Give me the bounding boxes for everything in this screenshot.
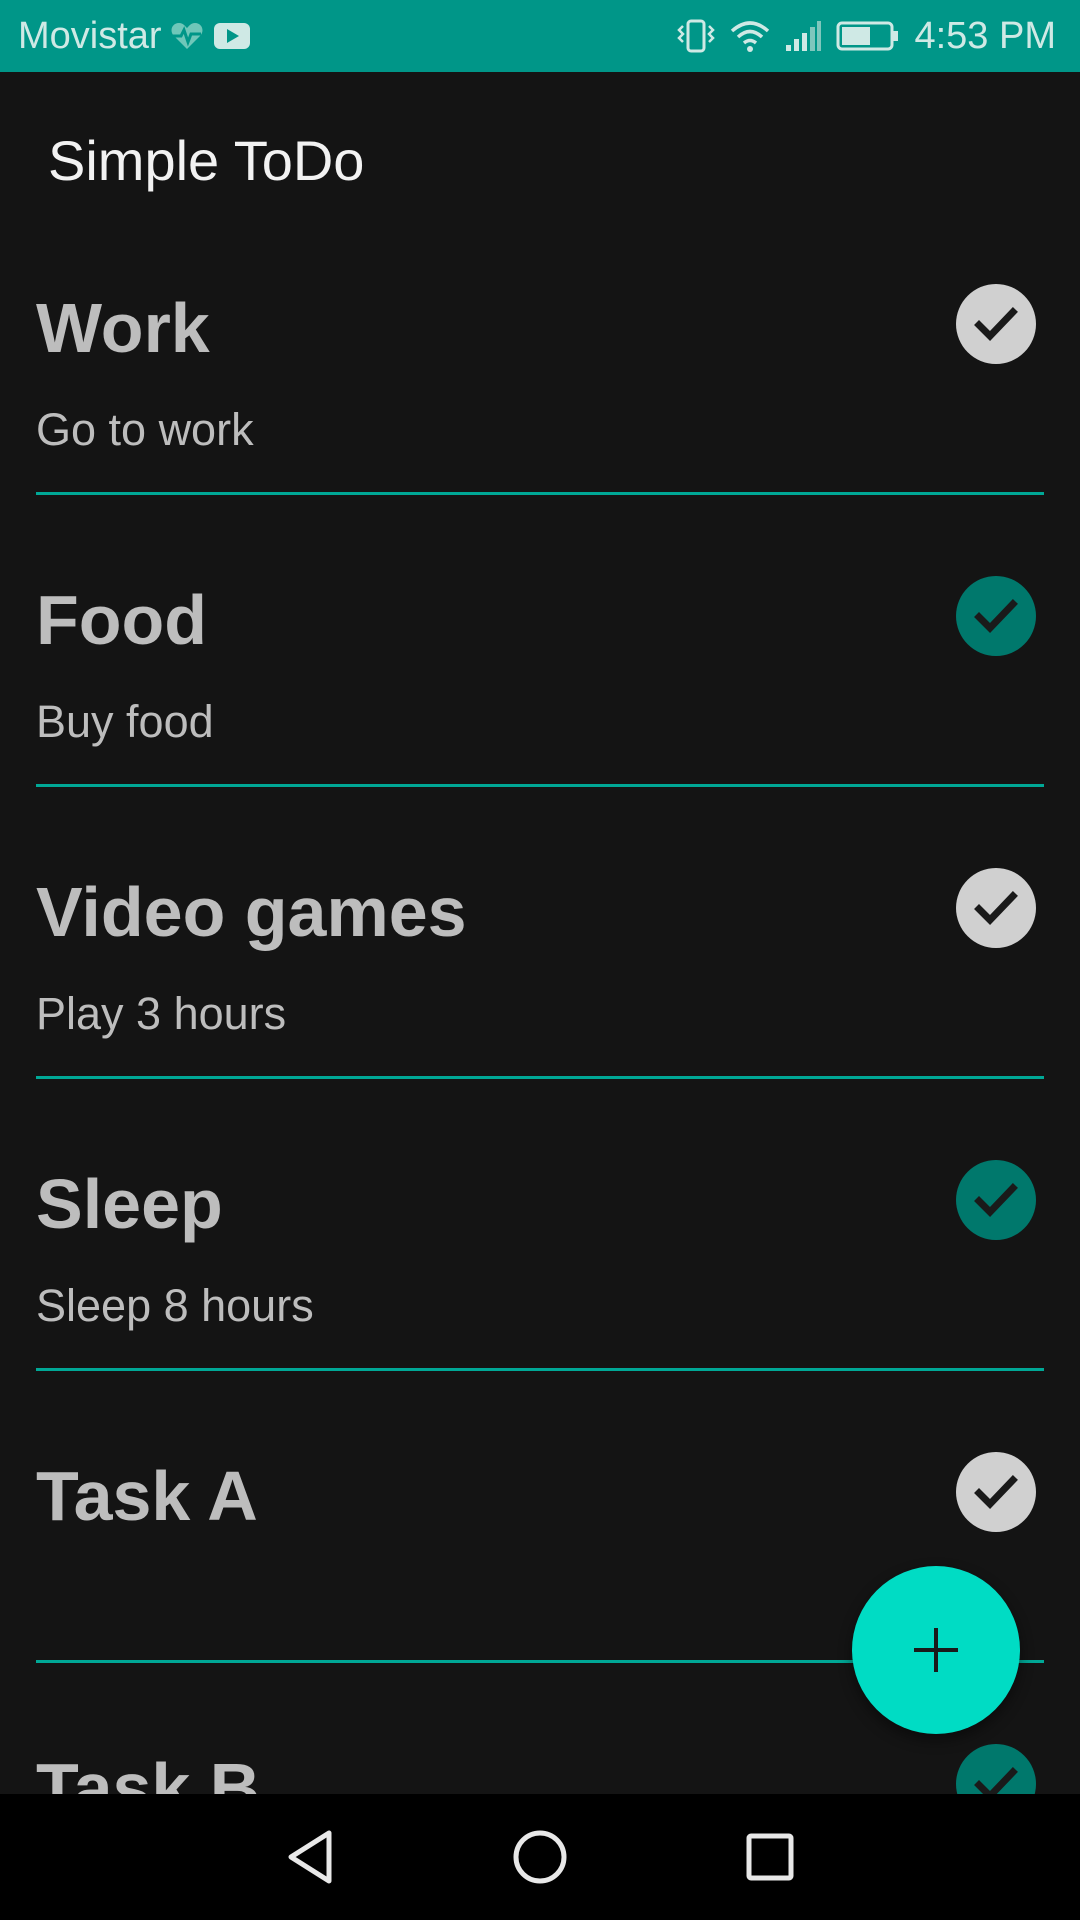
- task-title: Task A: [36, 1457, 258, 1535]
- back-icon: [288, 1830, 332, 1884]
- task-item[interactable]: Sleep Sleep 8 hours: [0, 1124, 1080, 1416]
- battery-icon: [836, 21, 899, 51]
- app-bar: Simple ToDo: [0, 72, 1080, 248]
- navigation-bar: [0, 1794, 1080, 1920]
- task-item[interactable]: Video games Play 3 hours: [0, 832, 1080, 1124]
- task-item[interactable]: Work Go to work: [0, 248, 1080, 540]
- task-description: Play 3 hours: [36, 988, 287, 1039]
- check-icon: [974, 1475, 1018, 1510]
- task-complete-toggle[interactable]: [956, 1744, 1036, 1794]
- home-button[interactable]: [490, 1807, 590, 1907]
- task-complete-toggle[interactable]: [956, 868, 1036, 948]
- home-icon: [513, 1830, 567, 1884]
- task-title: Sleep: [36, 1165, 223, 1243]
- task-title: Video games: [36, 873, 467, 951]
- carrier-label: Movistar: [18, 14, 162, 57]
- task-complete-toggle[interactable]: [956, 1160, 1036, 1240]
- divider: [36, 784, 1044, 787]
- back-button[interactable]: [260, 1807, 360, 1907]
- task-item[interactable]: Food Buy food: [0, 540, 1080, 832]
- divider: [36, 492, 1044, 495]
- youtube-icon: [213, 23, 250, 49]
- check-icon: [974, 599, 1018, 634]
- task-complete-toggle[interactable]: [956, 284, 1036, 364]
- plus-icon: [914, 1628, 958, 1672]
- clock: 4:53 PM: [914, 14, 1056, 57]
- task-description: Go to work: [36, 404, 254, 455]
- add-task-button[interactable]: [852, 1566, 1020, 1734]
- task-description: Buy food: [36, 696, 214, 747]
- task-description: Sleep 8 hours: [36, 1280, 314, 1331]
- wifi-icon: [731, 21, 770, 52]
- task-title: Work: [36, 289, 210, 367]
- app-title: Simple ToDo: [48, 128, 365, 192]
- check-icon: [974, 891, 1018, 926]
- signal-icon: [786, 21, 822, 51]
- check-icon: [974, 1183, 1018, 1218]
- task-title: Food: [36, 581, 208, 659]
- check-icon: [974, 307, 1018, 342]
- divider: [36, 1076, 1044, 1079]
- check-icon: [974, 1767, 1018, 1794]
- task-list[interactable]: Work Go to work Food Buy food Video game…: [0, 248, 1080, 1794]
- status-left: Movistar: [18, 15, 250, 58]
- recents-icon: [746, 1833, 794, 1881]
- status-bar: Movistar 4:53 PM: [0, 0, 1080, 72]
- vibrate-icon: [677, 19, 716, 53]
- heart-pulse-icon: [171, 23, 203, 49]
- screen: Movistar 4:53 PM Simple ToDo Work Go to …: [0, 0, 1080, 1920]
- task-complete-toggle[interactable]: [956, 576, 1036, 656]
- task-title: Task B: [36, 1749, 261, 1794]
- recents-button[interactable]: [720, 1807, 820, 1907]
- status-right: 4:53 PM: [662, 15, 1056, 58]
- divider: [36, 1368, 1044, 1371]
- task-complete-toggle[interactable]: [956, 1452, 1036, 1532]
